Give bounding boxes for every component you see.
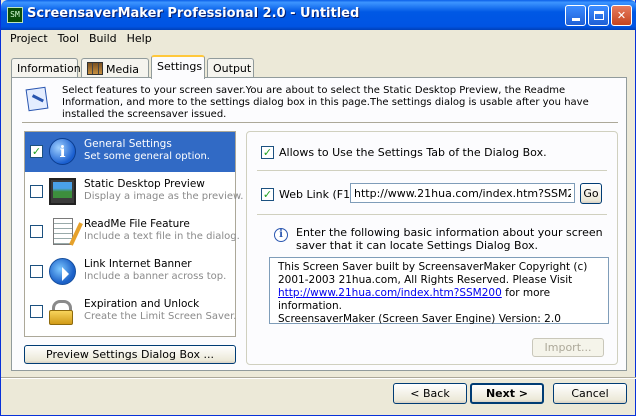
menu-help[interactable]: Help	[122, 30, 157, 48]
info-icon: i	[274, 228, 288, 242]
header-divider	[22, 122, 618, 123]
minimize-button[interactable]	[565, 5, 586, 26]
general-settings-group: ✓ Allows to Use the Settings Tab of the …	[246, 131, 618, 365]
divider	[257, 214, 607, 215]
tab-label: Output	[213, 62, 252, 75]
next-button[interactable]: Next >	[470, 383, 544, 404]
feature-checkbox[interactable]: ✓	[30, 145, 43, 158]
tab-label: Information	[17, 62, 81, 75]
feature-checkbox[interactable]	[30, 305, 43, 318]
close-button[interactable]: ✕	[611, 5, 632, 26]
feature-description: Create the Limit Screen Saver.	[84, 311, 237, 322]
preview-settings-button[interactable]: Preview Settings Dialog Box ...	[24, 345, 236, 364]
menu-tool[interactable]: Tool	[53, 30, 84, 48]
feature-description: Display a image as the preview.	[84, 191, 244, 202]
feature-checkbox[interactable]	[30, 225, 43, 238]
maximize-button[interactable]	[588, 5, 609, 26]
feature-title: ReadMe File Feature	[84, 218, 190, 230]
film-icon	[87, 62, 103, 75]
maximize-icon	[593, 11, 604, 20]
about-text-1: This Screen Saver built by ScreensaverMa…	[278, 261, 588, 286]
feature-description: Include a text file in the dialog.	[84, 231, 240, 242]
weblink-checkbox[interactable]: ✓	[261, 188, 274, 201]
tab-output[interactable]: Output	[207, 58, 254, 78]
feature-description: Set some general option.	[84, 151, 210, 162]
feature-checkbox[interactable]	[30, 265, 43, 278]
tab-information[interactable]: Information	[11, 58, 81, 78]
feature-item-static-desktop-preview[interactable]: Static Desktop Preview Display a image a…	[25, 172, 243, 212]
about-info-textarea[interactable]: This Screen Saver built by ScreensaverMa…	[269, 257, 609, 325]
feature-item-expiration-unlock[interactable]: Expiration and Unlock Create the Limit S…	[25, 292, 237, 332]
settings-edit-icon	[25, 86, 49, 112]
app-icon: SM	[7, 7, 23, 23]
feature-title: Link Internet Banner	[84, 258, 192, 270]
about-text-3: ScreensaverMaker (Screen Saver Engine) V…	[278, 313, 561, 325]
menu-project[interactable]: Project	[5, 30, 53, 48]
allow-settings-tab-checkbox[interactable]: ✓	[261, 146, 274, 159]
feature-description: Include a banner across top.	[84, 271, 227, 282]
menu-bar: Project Tool Build Help	[5, 30, 157, 48]
minimize-icon	[571, 18, 580, 21]
tab-settings[interactable]: Settings	[151, 55, 205, 79]
header-description: Select features to your screen saver.You…	[62, 85, 589, 120]
monitor-icon	[49, 178, 76, 205]
globe-arrow-icon	[49, 258, 76, 285]
feature-item-readme-file[interactable]: ReadMe File Feature Include a text file …	[25, 212, 240, 252]
settings-panel: Select features to your screen saver.You…	[11, 77, 627, 371]
import-button[interactable]: Import...	[532, 338, 604, 357]
feature-title: General Settings	[84, 138, 172, 150]
info-instructions: Enter the following basic information ab…	[296, 226, 603, 252]
tab-label: Settings	[157, 60, 203, 73]
info-icon: i	[49, 138, 76, 165]
feature-title: Expiration and Unlock	[84, 298, 200, 310]
close-icon: ✕	[616, 9, 627, 22]
feature-item-general-settings[interactable]: ✓ i General Settings Set some general op…	[25, 132, 235, 172]
tab-label: Media	[106, 63, 140, 76]
about-link[interactable]: http://www.21hua.com/index.htm?SSM200	[278, 287, 502, 299]
title-bar[interactable]: SM ScreensaverMaker Professional 2.0 - U…	[1, 0, 636, 30]
feature-title: Static Desktop Preview	[84, 178, 205, 190]
window-title: ScreensaverMaker Professional 2.0 - Unti…	[27, 6, 360, 21]
go-button[interactable]: Go	[580, 183, 602, 204]
weblink-url-input[interactable]	[350, 183, 575, 203]
document-pencil-icon	[53, 218, 73, 245]
feature-list: ✓ i General Settings Set some general op…	[24, 131, 243, 337]
back-button[interactable]: < Back	[393, 383, 467, 404]
footer-divider-highlight	[1, 378, 636, 379]
feature-item-link-internet-banner[interactable]: Link Internet Banner Include a banner ac…	[25, 252, 235, 292]
menu-build[interactable]: Build	[84, 30, 122, 48]
tab-media[interactable]: Media	[81, 58, 149, 78]
allow-settings-tab-label: Allows to Use the Settings Tab of the Di…	[279, 146, 547, 159]
divider	[257, 170, 607, 171]
weblink-label: Web Link (F1)	[279, 188, 355, 201]
cancel-button[interactable]: Cancel	[553, 383, 627, 404]
lock-key-icon	[49, 298, 76, 325]
panel-header: Select features to your screen saver.You…	[22, 85, 617, 120]
feature-checkbox[interactable]	[30, 185, 43, 198]
main-window: SM ScreensaverMaker Professional 2.0 - U…	[0, 0, 636, 416]
